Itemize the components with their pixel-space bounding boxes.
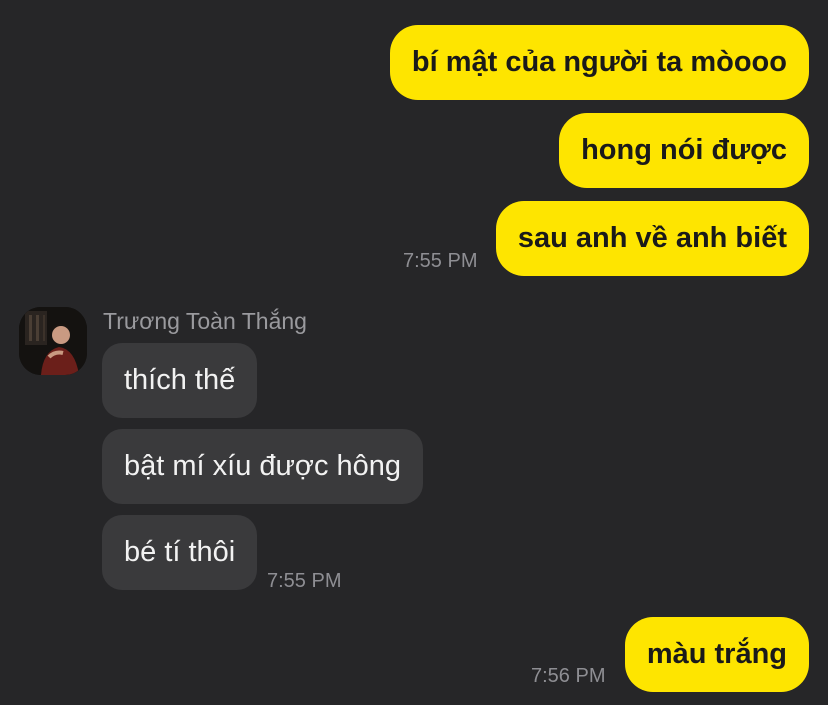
- message-timestamp: 7:55 PM: [267, 570, 342, 592]
- user-photo-icon: [19, 307, 87, 375]
- incoming-message[interactable]: bé tí thôi: [102, 515, 258, 590]
- sender-avatar[interactable]: [19, 307, 87, 375]
- message-text: hong nói được: [581, 134, 787, 166]
- message-text: thích thế: [124, 364, 236, 396]
- message-text: màu trắng: [646, 638, 787, 670]
- incoming-message[interactable]: thích thế: [102, 343, 258, 418]
- message-timestamp: 7:55 PM: [403, 250, 478, 272]
- message-timestamp: 7:56 PM: [531, 665, 606, 687]
- sender-name: Trương Toàn Thắng: [103, 308, 307, 334]
- chat-thread: bí mật của người ta mòooo hong nói được …: [0, 0, 828, 705]
- outgoing-message[interactable]: sau anh về anh biết: [495, 201, 809, 276]
- incoming-message[interactable]: bật mí xíu được hông: [102, 429, 424, 504]
- message-text: bé tí thôi: [124, 536, 236, 568]
- message-text: bí mật của người ta mòooo: [411, 46, 787, 78]
- message-text: bật mí xíu được hông: [124, 450, 402, 482]
- message-text: sau anh về anh biết: [517, 222, 787, 254]
- outgoing-message[interactable]: hong nói được: [559, 113, 809, 188]
- outgoing-message[interactable]: màu trắng: [624, 617, 809, 692]
- outgoing-message[interactable]: bí mật của người ta mòooo: [389, 25, 809, 100]
